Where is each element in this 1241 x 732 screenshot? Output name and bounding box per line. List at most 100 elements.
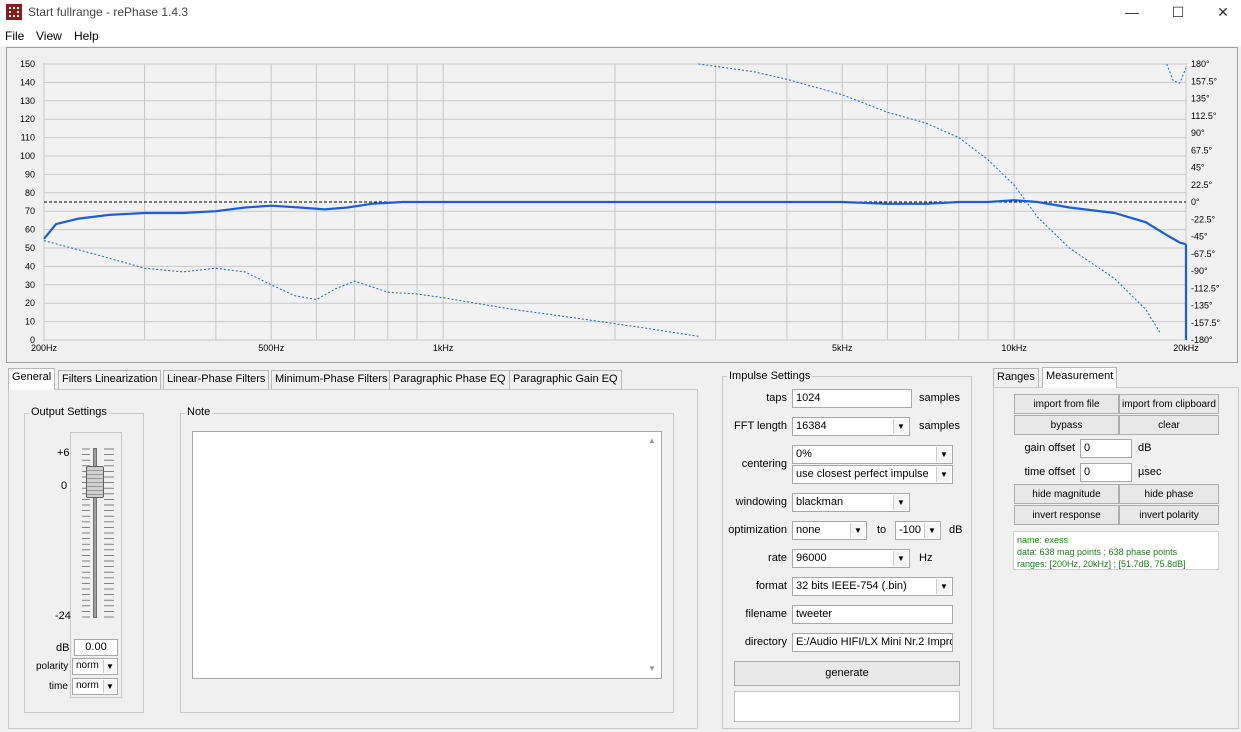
format-select[interactable]: 32 bits IEEE-754 (.bin) ▼ — [792, 577, 953, 596]
optimization-limit-select[interactable]: -100 ▼ — [895, 521, 941, 540]
menu-help[interactable]: Help — [74, 29, 99, 43]
time-label: time — [49, 681, 68, 692]
x-axis-tick-label: 500Hz — [258, 343, 285, 353]
measurement-info: name: exess data: 638 mag points ; 638 p… — [1013, 531, 1219, 570]
right-axis-tick-label: -22.5° — [1191, 214, 1216, 224]
maximize-button[interactable]: ☐ — [1155, 0, 1201, 26]
polarity-select[interactable]: norm ▼ — [72, 658, 118, 675]
right-axis-tick-label: 22.5° — [1191, 180, 1213, 190]
scroll-up-icon[interactable]: ▲ — [648, 436, 656, 445]
format-value: 32 bits IEEE-754 (.bin) — [796, 580, 907, 592]
left-axis-tick-label: 10 — [25, 317, 35, 327]
taps-label: taps — [766, 392, 787, 404]
optimization-value: none — [796, 524, 821, 536]
left-axis-tick-label: 150 — [20, 59, 35, 69]
gain-offset-unit: dB — [1138, 442, 1152, 454]
left-axis-tick-label: 50 — [25, 243, 35, 253]
centering-label: centering — [741, 458, 787, 470]
tab-general[interactable]: General — [8, 368, 56, 390]
chevron-down-icon: ▼ — [936, 447, 951, 462]
info-ranges: ranges: [200Hz, 20kHz] ; [51.7dB, 75.8dB… — [1017, 559, 1186, 569]
hide-phase-button[interactable]: hide phase — [1119, 484, 1219, 504]
tab-filters-linearization[interactable]: Filters Linearization — [58, 370, 162, 389]
gain-offset-field[interactable]: 0 — [1080, 439, 1132, 458]
note-textarea[interactable] — [192, 431, 662, 679]
format-label: format — [755, 580, 787, 592]
centering-value: 0% — [796, 448, 812, 460]
right-axis-tick-label: -90° — [1191, 266, 1208, 276]
directory-label: directory — [744, 636, 787, 648]
menu-bar: File View Help — [0, 26, 1241, 46]
time-offset-field[interactable]: 0 — [1080, 463, 1132, 482]
taps-field[interactable]: 1024 — [792, 389, 912, 408]
generate-status — [734, 691, 960, 722]
left-axis-tick-label: 130 — [20, 96, 35, 106]
minimize-button[interactable]: — — [1109, 0, 1155, 26]
left-axis-tick-label: 70 — [25, 206, 35, 216]
close-button[interactable]: ✕ — [1200, 0, 1241, 26]
hide-magnitude-button[interactable]: hide magnitude — [1014, 484, 1119, 504]
time-value: norm — [76, 680, 99, 691]
fft-length-select[interactable]: 16384 ▼ — [792, 417, 910, 436]
clear-button[interactable]: clear — [1119, 415, 1219, 435]
fft-length-value: 16384 — [796, 420, 827, 432]
chevron-down-icon: ▼ — [893, 419, 908, 434]
chevron-down-icon: ▼ — [103, 660, 116, 673]
right-axis-tick-label: 135° — [1191, 94, 1210, 104]
gain-slider-thumb[interactable] — [86, 466, 104, 498]
right-axis-tick-label: 90° — [1191, 128, 1205, 138]
centering-mode-select[interactable]: use closest perfect impulse ▼ — [792, 465, 953, 484]
bypass-button[interactable]: bypass — [1014, 415, 1119, 435]
scroll-down-icon[interactable]: ▼ — [648, 664, 656, 673]
rate-select[interactable]: 96000 ▼ — [792, 549, 910, 568]
centering-select[interactable]: 0% ▼ — [792, 445, 953, 464]
response-graph[interactable]: 1501401301201101009080706050403020100180… — [7, 48, 1237, 362]
tab-minimum-phase-filters[interactable]: Minimum-Phase Filters — [271, 370, 392, 389]
optimization-select[interactable]: none ▼ — [792, 521, 867, 540]
import-from-file-button[interactable]: import from file — [1014, 394, 1119, 414]
tab-linear-phase-filters[interactable]: Linear-Phase Filters — [163, 370, 270, 389]
optimization-limit-value: -100 — [899, 524, 922, 536]
right-axis-tick-label: 45° — [1191, 163, 1205, 173]
rate-label: rate — [768, 552, 787, 564]
tab-paragraphic-phase-eq[interactable]: Paragraphic Phase EQ — [389, 370, 510, 389]
invert-response-button[interactable]: invert response — [1014, 505, 1119, 525]
time-select[interactable]: norm ▼ — [72, 678, 118, 695]
filename-label: filename — [745, 608, 787, 620]
db-value-field[interactable]: 0.00 — [74, 639, 118, 656]
left-axis-tick-label: 80 — [25, 188, 35, 198]
left-axis-tick-label: 140 — [20, 77, 35, 87]
tab-paragraphic-gain-eq[interactable]: Paragraphic Gain EQ — [509, 370, 622, 389]
tab-measurement[interactable]: Measurement — [1042, 367, 1118, 388]
windowing-select[interactable]: blackman ▼ — [792, 493, 910, 512]
x-axis-tick-label: 1kHz — [433, 343, 454, 353]
polarity-value: norm — [76, 660, 99, 671]
menu-file[interactable]: File — [5, 29, 24, 43]
directory-field[interactable]: E:/Audio HIFI/LX Mini Nr.2 Improv — [792, 633, 953, 652]
right-axis-tick-label: -45° — [1191, 232, 1208, 242]
chevron-down-icon: ▼ — [893, 551, 908, 566]
x-axis-tick-label: 5kHz — [832, 343, 853, 353]
right-axis-tick-label: 67.5° — [1191, 145, 1213, 155]
right-axis-tick-label: -157.5° — [1191, 318, 1221, 328]
generate-button[interactable]: generate — [734, 661, 960, 686]
chevron-down-icon: ▼ — [103, 680, 116, 693]
gain-offset-label: gain offset — [1024, 442, 1075, 454]
chevron-down-icon: ▼ — [924, 523, 939, 538]
menu-view[interactable]: View — [36, 29, 62, 43]
right-axis-tick-label: 0° — [1191, 197, 1200, 207]
left-axis-tick-label: 100 — [20, 151, 35, 161]
invert-polarity-button[interactable]: invert polarity — [1119, 505, 1219, 525]
db-label: dB — [56, 642, 70, 654]
to-label: to — [877, 524, 887, 536]
right-axis-tick-label: -135° — [1191, 301, 1213, 311]
filename-field[interactable]: tweeter — [792, 605, 953, 624]
import-from-clipboard-button[interactable]: import from clipboard — [1119, 394, 1219, 414]
left-axis-tick-label: 110 — [21, 133, 35, 143]
tab-ranges[interactable]: Ranges — [993, 368, 1039, 387]
right-axis-tick-label: 157.5° — [1191, 76, 1218, 86]
output-settings-title: Output Settings — [29, 406, 109, 418]
window-title: Start fullrange - rePhase 1.4.3 — [28, 5, 189, 19]
chevron-down-icon: ▼ — [936, 579, 951, 594]
left-axis-tick-label: 30 — [25, 280, 35, 290]
